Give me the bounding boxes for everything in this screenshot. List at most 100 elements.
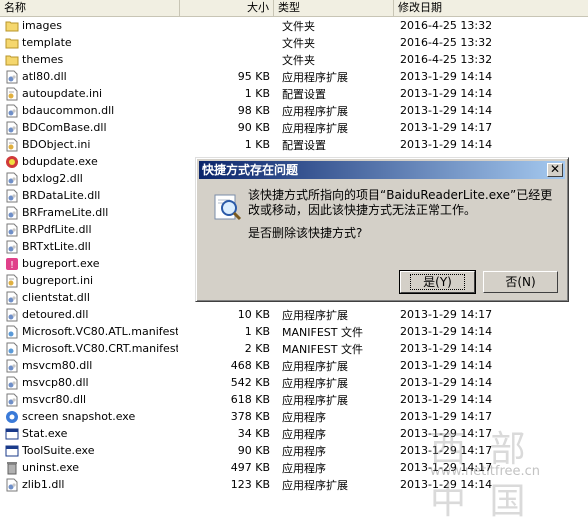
file-name: BRFrameLite.dll [22,206,109,219]
file-modified: 2016-4-25 13:32 [400,36,493,49]
no-button[interactable]: 否(N) [483,271,558,293]
file-modified: 2013-1-29 14:17 [400,308,493,321]
file-name-cell: atl80.dll [0,70,180,84]
file-row[interactable]: msvcm80.dll 468 KB 应用程序扩展 2013-1-29 14:14 [0,357,588,374]
snapshot-exe-icon [5,410,19,424]
file-size: 542 KB [230,376,270,389]
file-modified: 2013-1-29 14:14 [400,70,493,83]
file-modified: 2016-4-25 13:32 [400,19,493,32]
file-type: MANIFEST 文件 [282,325,363,339]
file-row[interactable]: BDObject.ini 1 KB 配置设置 2013-1-29 14:14 [0,136,588,153]
file-name-cell: msvcr80.dll [0,393,180,407]
file-name: bdupdate.exe [22,155,98,168]
file-type: 配置设置 [282,87,326,101]
file-row[interactable]: bdaucommon.dll 98 KB 应用程序扩展 2013-1-29 14:14 [0,102,588,119]
file-name: msvcr80.dll [22,393,87,406]
file-type: 应用程序扩展 [282,121,348,135]
file-name-cell: bdupdate.exe [0,155,180,169]
file-name: images [22,19,62,32]
file-name: Microsoft.VC80.CRT.manifest [22,342,178,355]
file-name-cell: ToolSuite.exe [0,444,180,458]
file-name-cell: BRFrameLite.dll [0,206,180,220]
file-modified: 2013-1-29 14:14 [400,393,493,406]
file-name-cell: uninst.exe [0,461,180,475]
window-exe-icon [5,444,19,458]
file-type: 应用程序 [282,444,326,458]
file-row[interactable]: msvcr80.dll 618 KB 应用程序扩展 2013-1-29 14:14 [0,391,588,408]
file-size: 1 KB [244,325,270,338]
file-name: clientstat.dll [22,291,90,304]
file-row[interactable]: atl80.dll 95 KB 应用程序扩展 2013-1-29 14:14 [0,68,588,85]
dll-icon [5,291,19,305]
dll-icon [5,70,19,84]
dll-icon [5,393,19,407]
file-name-cell: msvcm80.dll [0,359,180,373]
folder-icon [5,36,19,50]
file-type: 文件夹 [282,19,315,33]
file-name-cell: autoupdate.ini [0,87,180,101]
file-name-cell: ! bugreport.exe [0,257,180,271]
file-row[interactable]: themes 文件夹 2016-4-25 13:32 [0,51,588,68]
file-name-cell: Stat.exe [0,427,180,441]
watermark-url: www.netitfree.cn [430,464,541,479]
file-type: 配置设置 [282,138,326,152]
file-type: 应用程序 [282,461,326,475]
file-name: bdxlog2.dll [22,172,83,185]
column-header-type[interactable]: 类型 [274,0,394,16]
file-size: 1 KB [244,87,270,100]
file-name-cell: bdxlog2.dll [0,172,180,186]
file-modified: 2016-4-25 13:32 [400,53,493,66]
file-row[interactable]: msvcp80.dll 542 KB 应用程序扩展 2013-1-29 14:14 [0,374,588,391]
file-name: Microsoft.VC80.ATL.manifest [22,325,178,338]
dll-icon [5,189,19,203]
file-name: Stat.exe [22,427,68,440]
file-row[interactable]: autoupdate.ini 1 KB 配置设置 2013-1-29 14:14 [0,85,588,102]
file-type: 应用程序扩展 [282,308,348,322]
column-header-modified[interactable]: 修改日期 [394,0,588,16]
folder-icon [5,19,19,33]
dialog-close-button[interactable]: ✕ [547,163,563,177]
file-size: 1 KB [244,138,270,151]
file-row[interactable]: BDComBase.dll 90 KB 应用程序扩展 2013-1-29 14:17 [0,119,588,136]
file-modified: 2013-1-29 14:14 [400,138,493,151]
file-modified: 2013-1-29 14:14 [400,325,493,338]
file-modified: 2013-1-29 14:14 [400,342,493,355]
file-size: 2 KB [244,342,270,355]
file-type: 应用程序扩展 [282,478,348,492]
file-size: 468 KB [230,359,270,372]
file-modified: 2013-1-29 14:14 [400,376,493,389]
file-name-cell: template [0,36,180,50]
file-type: 应用程序扩展 [282,104,348,118]
file-name: screen snapshot.exe [22,410,136,423]
file-name: zlib1.dll [22,478,65,491]
file-row[interactable]: images 文件夹 2016-4-25 13:32 [0,17,588,34]
dialog-titlebar[interactable]: 快捷方式存在问题 ✕ [199,161,565,179]
column-header-name[interactable]: 名称 [0,0,180,16]
file-name-cell: Microsoft.VC80.CRT.manifest [0,342,180,356]
ini-icon [5,138,19,152]
file-modified: 2013-1-29 14:14 [400,359,493,372]
yes-button[interactable]: 是(Y) [399,270,476,294]
file-row[interactable]: Microsoft.VC80.CRT.manifest 2 KB MANIFEST … [0,340,588,357]
file-type: 应用程序 [282,410,326,424]
file-type: 应用程序扩展 [282,376,348,390]
shortcut-problem-dialog: 快捷方式存在问题 ✕ 该快捷方式所指向的项目“BaiduReaderLite.e… [195,157,569,302]
file-size: 95 KB [237,70,270,83]
file-row[interactable]: template 文件夹 2016-4-25 13:32 [0,34,588,51]
file-name-cell: BDComBase.dll [0,121,180,135]
column-header-size[interactable]: 大小 [180,0,274,16]
file-row[interactable]: detoured.dll 10 KB 应用程序扩展 2013-1-29 14:17 [0,306,588,323]
dll-icon [5,206,19,220]
dll-icon [5,308,19,322]
file-modified: 2013-1-29 14:14 [400,87,493,100]
dialog-question: 是否删除该快捷方式? [248,226,363,240]
file-size: 34 KB [237,427,270,440]
file-name: BRPdfLite.dll [22,223,92,236]
file-row[interactable]: Microsoft.VC80.ATL.manifest 1 KB MANIFEST … [0,323,588,340]
file-name: msvcp80.dll [22,376,89,389]
manifest-icon [5,342,19,356]
file-name: BRDataLite.dll [22,189,101,202]
file-name: template [22,36,72,49]
file-modified: 2013-1-29 14:14 [400,104,493,117]
file-name-cell: clientstat.dll [0,291,180,305]
